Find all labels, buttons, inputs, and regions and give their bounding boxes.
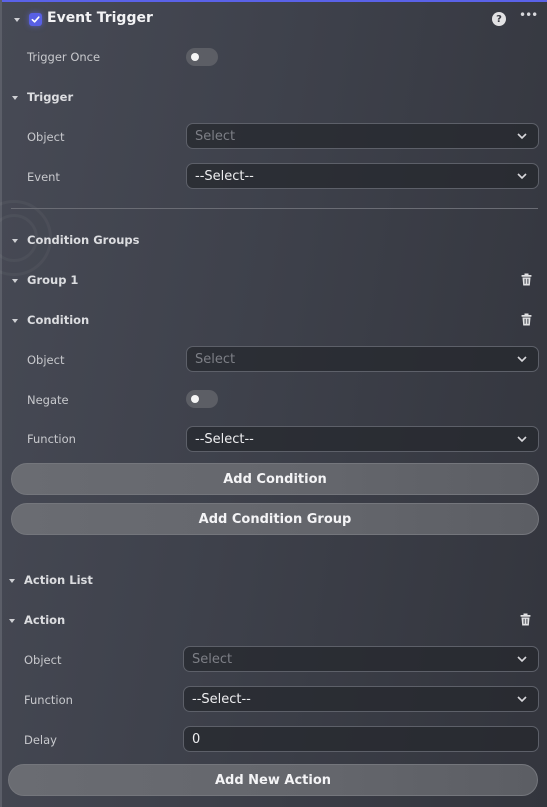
action-list-caret-icon[interactable] xyxy=(9,579,15,583)
component-header: Event Trigger ? ••• xyxy=(0,3,547,35)
trigger-event-value: --Select-- xyxy=(195,168,254,184)
help-icon[interactable]: ? xyxy=(492,12,506,26)
chevron-down-icon xyxy=(517,173,527,180)
action-title[interactable]: Action xyxy=(24,613,65,627)
chevron-down-icon xyxy=(517,133,527,140)
collapse-caret-icon[interactable] xyxy=(14,18,20,22)
action-object-label: Object xyxy=(24,653,62,667)
trigger-object-label: Object xyxy=(27,130,65,144)
negate-label: Negate xyxy=(27,393,69,407)
condition-function-value: --Select-- xyxy=(195,431,254,447)
delete-condition-trash-icon[interactable] xyxy=(521,313,532,326)
delay-value: 0 xyxy=(192,731,201,747)
condition-function-label: Function xyxy=(27,432,76,446)
trigger-once-label: Trigger Once xyxy=(27,50,101,64)
checkmark-icon xyxy=(31,16,40,23)
more-options-icon[interactable]: ••• xyxy=(519,8,538,22)
action-function-select[interactable]: --Select-- xyxy=(183,686,539,712)
group-caret-icon[interactable] xyxy=(12,279,18,283)
toggle-knob xyxy=(191,395,199,403)
trigger-object-select[interactable]: Select xyxy=(186,123,539,149)
enable-checkbox[interactable] xyxy=(29,13,42,26)
action-object-select[interactable]: Select xyxy=(183,646,539,672)
add-condition-button[interactable]: Add Condition xyxy=(11,463,539,495)
condition-title[interactable]: Condition xyxy=(27,313,89,327)
event-trigger-panel: Event Trigger ? ••• Trigger Once Trigger… xyxy=(0,0,547,807)
add-new-action-button[interactable]: Add New Action xyxy=(8,764,538,796)
chevron-down-icon xyxy=(517,356,527,363)
condition-function-select[interactable]: --Select-- xyxy=(186,426,539,452)
negate-toggle[interactable] xyxy=(186,390,218,408)
condition-object-select[interactable]: Select xyxy=(186,346,539,372)
trigger-event-select[interactable]: --Select-- xyxy=(186,163,539,189)
delay-input[interactable]: 0 xyxy=(183,726,539,752)
condition-groups-caret-icon[interactable] xyxy=(12,239,18,243)
chevron-down-icon xyxy=(517,696,527,703)
condition-caret-icon[interactable] xyxy=(12,319,18,323)
trigger-event-label: Event xyxy=(27,170,60,184)
chevron-down-icon xyxy=(517,656,527,663)
condition-groups-title[interactable]: Condition Groups xyxy=(27,233,140,247)
trigger-section-title[interactable]: Trigger xyxy=(27,90,73,104)
add-condition-group-button[interactable]: Add Condition Group xyxy=(11,503,539,535)
toggle-knob xyxy=(191,53,199,61)
action-function-label: Function xyxy=(24,693,73,707)
section-divider xyxy=(11,208,538,209)
delay-label: Delay xyxy=(24,733,57,747)
trigger-once-toggle[interactable] xyxy=(186,48,218,66)
delete-group-trash-icon[interactable] xyxy=(521,273,532,286)
condition-object-placeholder: Select xyxy=(195,351,236,367)
action-list-title[interactable]: Action List xyxy=(24,573,93,587)
condition-object-label: Object xyxy=(27,353,65,367)
action-function-value: --Select-- xyxy=(192,691,251,707)
group-title[interactable]: Group 1 xyxy=(27,273,78,287)
chevron-down-icon xyxy=(517,436,527,443)
delete-action-trash-icon[interactable] xyxy=(520,613,531,626)
action-caret-icon[interactable] xyxy=(9,619,15,623)
trigger-object-placeholder: Select xyxy=(195,128,236,144)
component-title: Event Trigger xyxy=(47,10,153,26)
action-object-placeholder: Select xyxy=(192,651,233,667)
trigger-caret-icon[interactable] xyxy=(12,96,18,100)
